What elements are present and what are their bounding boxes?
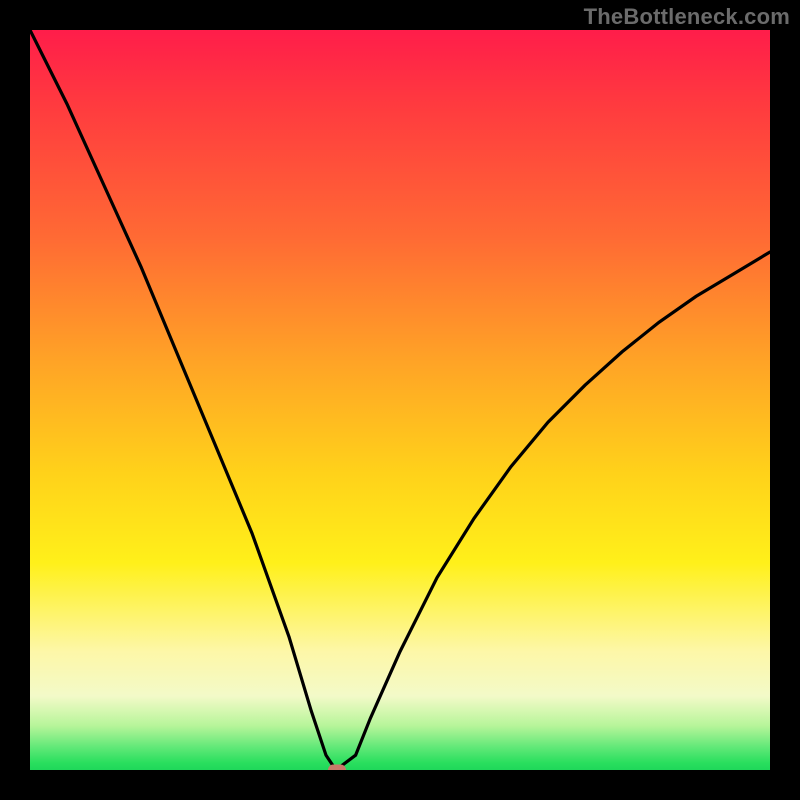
chart-frame: TheBottleneck.com [0,0,800,800]
optimal-marker [328,765,346,771]
curve-path [30,30,770,766]
watermark-text: TheBottleneck.com [584,4,790,30]
plot-area [30,30,770,770]
bottleneck-curve [30,30,770,770]
